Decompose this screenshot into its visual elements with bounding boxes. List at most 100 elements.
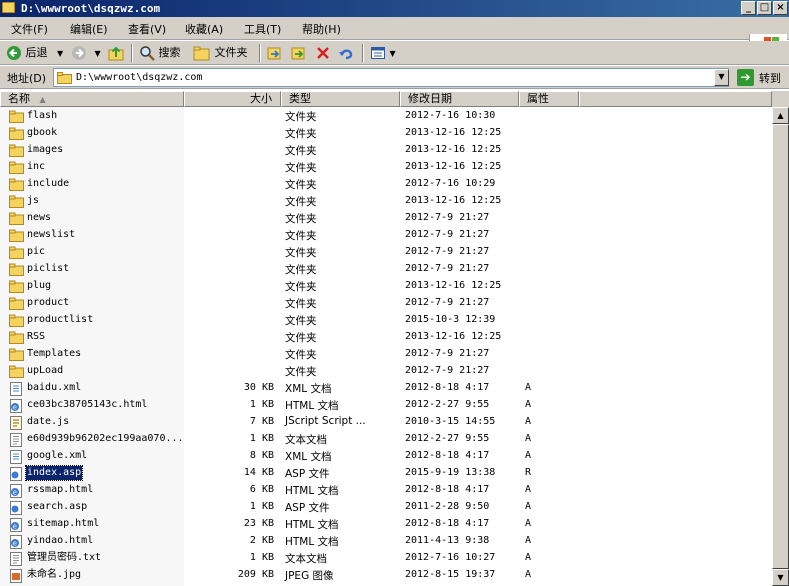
file-row[interactable]: 管理员密码.txt 1 KB 文本文档 2012-7-16 10:27 A <box>0 550 772 567</box>
file-size: 1 KB <box>249 433 274 444</box>
file-row[interactable]: plug 文件夹 2013-12-16 12:25 <box>0 278 772 295</box>
views-dropdown-icon[interactable]: ▼ <box>390 49 396 58</box>
title-bar[interactable]: D:\wwwroot\dsqzwz.com _ □ × <box>0 0 789 17</box>
file-row[interactable]: e sitemap.html 23 KB HTML 文档 2012-8-18 4:17 A <box>0 516 772 533</box>
file-name: search.asp <box>27 501 88 512</box>
file-row[interactable]: e yindao.html 2 KB HTML 文档 2011-4-13 9:38 A <box>0 533 772 550</box>
file-row[interactable]: js 文件夹 2013-12-16 12:25 <box>0 193 772 210</box>
file-row[interactable]: index.asp 14 KB ASP 文件 2015-9-19 13:38 R <box>0 465 772 482</box>
file-row[interactable]: 未命名.jpg 209 KB JPEG 图像 2012-8-15 19:37 A <box>0 567 772 584</box>
search-label: 搜索 <box>158 46 181 59</box>
file-modified: 2012-8-18 4:17 <box>405 518 490 529</box>
back-dropdown-icon[interactable]: ▼ <box>57 49 63 58</box>
file-modified: 2013-12-16 12:25 <box>405 144 502 155</box>
file-type: HTML 文档 <box>285 485 339 497</box>
search-icon <box>140 46 155 61</box>
file-row[interactable]: images 文件夹 2013-12-16 12:25 <box>0 142 772 159</box>
folders-button[interactable]: 文件夹 <box>193 44 248 62</box>
file-row[interactable]: pic 文件夹 2012-7-9 21:27 <box>0 244 772 261</box>
scroll-down-button[interactable]: ▼ <box>772 569 789 586</box>
menu-edit[interactable]: 编辑(E) <box>70 21 108 37</box>
file-row[interactable]: upLoad 文件夹 2012-7-9 21:27 <box>0 363 772 380</box>
scroll-up-button[interactable]: ▲ <box>772 107 789 124</box>
address-label: 地址(D) <box>7 72 47 85</box>
file-name: upLoad <box>27 365 64 376</box>
delete-button[interactable] <box>315 44 331 62</box>
file-row[interactable]: Templates 文件夹 2012-7-9 21:27 <box>0 346 772 363</box>
file-modified: 2013-12-16 12:25 <box>405 127 502 138</box>
views-button[interactable]: ▼ <box>370 44 396 62</box>
file-row[interactable]: piclist 文件夹 2012-7-9 21:27 <box>0 261 772 278</box>
menu-help[interactable]: 帮助(H) <box>302 21 341 37</box>
file-row[interactable]: search.asp 1 KB ASP 文件 2011-2-28 9:50 A <box>0 499 772 516</box>
menu-file[interactable]: 文件(F) <box>11 21 48 37</box>
file-modified: 2012-7-16 10:29 <box>405 178 496 189</box>
go-arrow-icon[interactable]: ➔ <box>737 69 754 86</box>
script-file-icon <box>9 416 23 430</box>
forward-dropdown-icon[interactable]: ▼ <box>95 49 101 58</box>
file-type: ASP 文件 <box>285 468 330 480</box>
file-type: 文件夹 <box>285 366 317 378</box>
search-button[interactable]: 搜索 <box>139 44 181 62</box>
file-row[interactable]: include 文件夹 2012-7-16 10:29 <box>0 176 772 193</box>
file-size: 23 KB <box>243 518 274 529</box>
file-row[interactable]: RSS 文件夹 2013-12-16 12:25 <box>0 329 772 346</box>
menu-view[interactable]: 查看(V) <box>128 21 166 37</box>
address-input[interactable]: D:\wwwroot\dsqzwz.com <box>53 68 729 87</box>
menu-favorites[interactable]: 收藏(A) <box>185 21 223 37</box>
views-icon <box>371 47 385 59</box>
file-list[interactable]: flash 文件夹 2012-7-16 10:30 gbook 文件夹 2013-12-1… <box>0 107 772 586</box>
file-name: pic <box>27 246 46 257</box>
column-type-header[interactable]: 类型 <box>281 91 400 107</box>
maximize-button[interactable]: □ <box>757 1 772 15</box>
file-row[interactable]: productlist 文件夹 2015-10-3 12:39 <box>0 312 772 329</box>
menu-tools[interactable]: 工具(T) <box>244 21 281 37</box>
file-row[interactable]: product 文件夹 2012-7-9 21:27 <box>0 295 772 312</box>
column-size-header[interactable]: 大小 <box>184 91 281 107</box>
column-attributes-header[interactable]: 属性 <box>519 91 579 107</box>
file-size: 30 KB <box>243 382 274 393</box>
file-row[interactable]: flash 文件夹 2012-7-16 10:30 <box>0 108 772 125</box>
column-modified-header[interactable]: 修改日期 <box>400 91 519 107</box>
column-name-header[interactable]: 名称 ▲ <box>0 91 184 107</box>
file-row[interactable]: baidu.xml 30 KB XML 文档 2012-8-18 4:17 A <box>0 380 772 397</box>
address-bar: 地址(D) D:\wwwroot\dsqzwz.com ▼ ➔ 转到 <box>0 66 789 89</box>
forward-button[interactable]: ▼ <box>71 44 101 62</box>
file-type: HTML 文档 <box>285 400 339 412</box>
file-modified: 2012-7-9 21:27 <box>405 348 490 359</box>
file-modified: 2015-9-19 13:38 <box>405 467 496 478</box>
back-button[interactable]: 后退 ▼ <box>6 44 63 62</box>
html-file-icon: e <box>9 518 23 532</box>
go-button[interactable]: 转到 <box>759 70 781 86</box>
file-type: 文件夹 <box>285 111 317 123</box>
move-to-button[interactable] <box>266 44 284 62</box>
file-row[interactable]: google.xml 8 KB XML 文档 2012-8-18 4:17 A <box>0 448 772 465</box>
text-file-icon <box>9 552 23 566</box>
svg-text:e: e <box>13 540 17 548</box>
file-attributes: A <box>525 552 532 563</box>
file-row[interactable]: gbook 文件夹 2013-12-16 12:25 <box>0 125 772 142</box>
minimize-button[interactable]: _ <box>741 1 756 15</box>
address-dropdown-button[interactable]: ▼ <box>714 69 729 86</box>
copy-to-button[interactable] <box>290 44 308 62</box>
file-row[interactable]: inc 文件夹 2013-12-16 12:25 <box>0 159 772 176</box>
file-row[interactable]: e ce03bc38705143c.html 1 KB HTML 文档 2012-2-2… <box>0 397 772 414</box>
file-modified: 2013-12-16 12:25 <box>405 161 502 172</box>
file-attributes: A <box>525 450 532 461</box>
file-row[interactable]: e60d939b96202ec199aa070... 1 KB 文本文档 2012-2… <box>0 431 772 448</box>
file-row[interactable]: newslist 文件夹 2012-7-9 21:27 <box>0 227 772 244</box>
undo-button[interactable] <box>338 44 356 62</box>
up-folder-button[interactable] <box>108 44 126 62</box>
close-button[interactable]: × <box>773 1 788 15</box>
file-row[interactable]: date.js 7 KB JScript Script ... 2010-3-15 1… <box>0 414 772 431</box>
folder-icon <box>9 297 24 310</box>
file-row[interactable]: e rssmap.html 6 KB HTML 文档 2012-8-18 4:17 A <box>0 482 772 499</box>
file-name: e60d939b96202ec199aa070... <box>27 433 184 444</box>
file-type: 文件夹 <box>285 298 317 310</box>
scroll-thumb[interactable] <box>772 124 789 569</box>
file-size: 8 KB <box>249 450 274 461</box>
delete-x-icon <box>317 47 329 59</box>
vertical-scrollbar[interactable]: ▲ ▼ <box>772 107 789 586</box>
file-modified: 2013-12-16 12:25 <box>405 280 502 291</box>
file-row[interactable]: news 文件夹 2012-7-9 21:27 <box>0 210 772 227</box>
